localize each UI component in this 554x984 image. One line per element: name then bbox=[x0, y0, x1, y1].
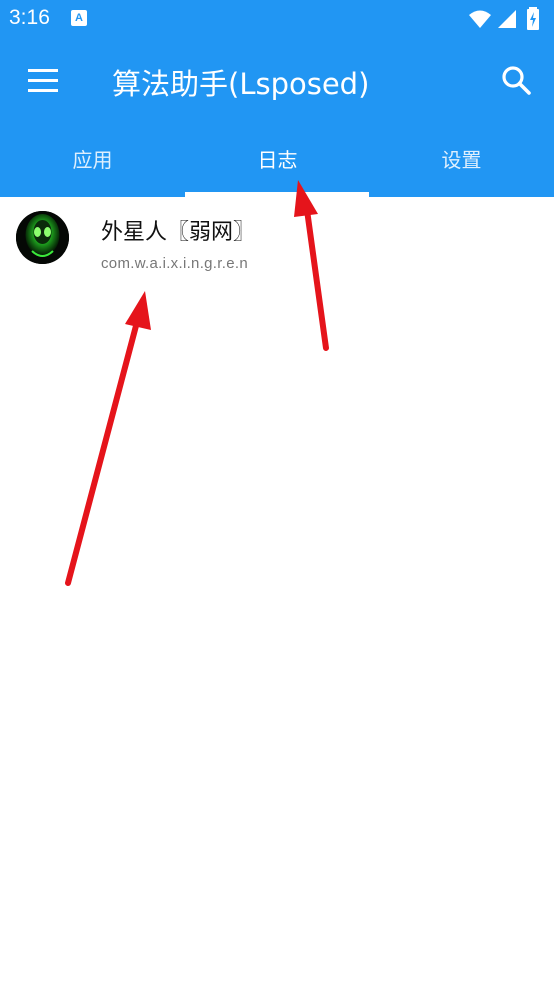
toolbar: 算法助手(Lsposed) bbox=[0, 38, 554, 124]
app-package-name: com.w.a.i.x.i.n.g.r.e.n bbox=[101, 255, 248, 272]
list-item[interactable]: 外星人〖弱网〗 com.w.a.i.x.i.n.g.r.e.n bbox=[0, 197, 554, 285]
app-name: 外星人〖弱网〗 bbox=[101, 220, 256, 245]
battery-charging-icon bbox=[527, 7, 539, 30]
tab-bar: 应用 日志 设置 bbox=[0, 124, 554, 197]
app-list: 外星人〖弱网〗 com.w.a.i.x.i.n.g.r.e.n bbox=[0, 197, 554, 285]
signal-icon bbox=[498, 10, 516, 28]
status-bar: 3:16 A bbox=[0, 0, 554, 38]
tab-logs[interactable]: 日志 bbox=[185, 124, 370, 197]
status-time: 3:16 bbox=[9, 6, 50, 29]
search-icon[interactable] bbox=[500, 64, 534, 98]
app-bar: 3:16 A 算法助手(Lsposed) 应用 日志 设置 bbox=[0, 0, 554, 197]
tab-apps[interactable]: 应用 bbox=[0, 124, 185, 197]
tab-settings[interactable]: 设置 bbox=[369, 124, 554, 197]
a-box-icon: A bbox=[71, 10, 87, 26]
hamburger-menu-icon[interactable] bbox=[24, 64, 60, 98]
annotation-arrow-to-app-item bbox=[65, 291, 151, 586]
alien-avatar-icon bbox=[16, 211, 69, 264]
app-title: 算法助手(Lsposed) bbox=[112, 67, 370, 101]
wifi-icon bbox=[469, 10, 491, 28]
